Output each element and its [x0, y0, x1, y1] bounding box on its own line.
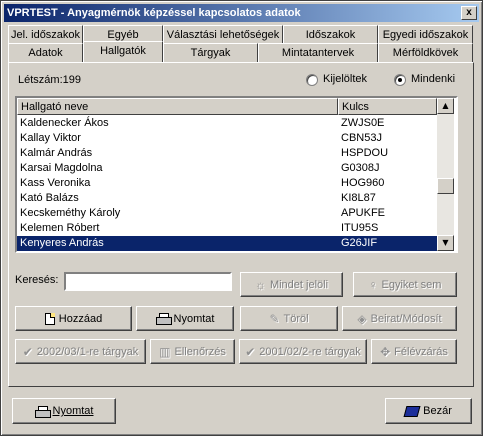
- subjects-2002-button[interactable]: ✔ 2002/03/1-re tárgyak: [15, 339, 146, 364]
- student-key: ZWJS0E: [341, 117, 385, 129]
- select-all-label: Mindet jelöli: [269, 278, 329, 291]
- radio-mindenki[interactable]: [394, 74, 406, 86]
- search-input[interactable]: [64, 272, 232, 291]
- tab-adatok[interactable]: Adatok: [8, 43, 83, 62]
- check-icon: ✔: [22, 344, 33, 359]
- bulb-off-icon: ♀: [368, 277, 378, 292]
- close-window-button[interactable]: x: [461, 6, 477, 20]
- student-name: Kelemen Róbert: [20, 222, 100, 234]
- add-button[interactable]: Hozzáad: [15, 306, 132, 331]
- printer-icon: [155, 313, 172, 325]
- subjects-2001-label: 2001/02/2-re tárgyak: [259, 345, 361, 358]
- scroll-thumb[interactable]: [437, 178, 454, 194]
- column-header-name[interactable]: Hallgató neve: [17, 98, 338, 115]
- radio-kijeloltek[interactable]: [306, 74, 318, 86]
- close-icon: x: [466, 7, 472, 18]
- tab-mintatantervek[interactable]: Mintatantervek: [258, 43, 378, 62]
- print-label: Nyomtat: [52, 405, 94, 417]
- delete-label: Töröl: [283, 312, 309, 325]
- edit-button[interactable]: ◈ Beirat/Módosít: [342, 306, 457, 331]
- student-key: HOG960: [341, 177, 385, 189]
- print-list-label: Nyomtat: [173, 312, 215, 325]
- add-label: Hozzáad: [58, 312, 103, 325]
- student-name: Kaldenecker Ákos: [20, 117, 109, 129]
- list-header: Hallgató neve Kulcs: [17, 98, 437, 115]
- edit-icon: ◈: [357, 311, 367, 326]
- grid-icon: ✥: [380, 344, 391, 359]
- table-row[interactable]: Karsai Magdolna G0308J: [17, 161, 437, 176]
- scroll-down-button[interactable]: ▼: [437, 235, 454, 251]
- table-row[interactable]: Kass Veronika HOG960: [17, 176, 437, 191]
- table-row[interactable]: Kalmár András HSPDOU: [17, 146, 437, 161]
- student-count: Létszám:199: [18, 74, 81, 86]
- student-name: Kecskeméthy Károly: [20, 207, 121, 219]
- tab-valasztasi-lehetosegek[interactable]: Választási lehetőségek: [163, 25, 283, 44]
- tab-merfoldkovek[interactable]: Mérföldkövek: [378, 43, 473, 62]
- radio-selected-dot: [398, 78, 402, 82]
- print-list-button[interactable]: Nyomtat: [136, 306, 234, 331]
- tab-targyak[interactable]: Tárgyak: [163, 43, 258, 62]
- print-button[interactable]: Nyomtat: [12, 398, 116, 424]
- dialog-window: VPRTEST - Anyagmérnök képzéssel kapcsola…: [0, 0, 483, 436]
- table-row[interactable]: Kelemen Róbert ITU95S: [17, 221, 437, 236]
- student-list[interactable]: Hallgató neve Kulcs Kaldenecker Ákos ZWJS…: [15, 96, 458, 253]
- student-name: Kallay Viktor: [20, 132, 81, 144]
- trash-icon: ▥: [159, 344, 171, 359]
- table-row[interactable]: Kaldenecker Ákos ZWJS0E: [17, 116, 437, 131]
- table-row[interactable]: Kató Balázs KI8L87: [17, 191, 437, 206]
- check-label: Ellenőrzés: [174, 345, 226, 358]
- semester-close-button[interactable]: ✥ Félévzárás: [371, 339, 457, 364]
- eraser-icon: ✎: [269, 311, 280, 326]
- student-name: Kenyeres András: [20, 237, 104, 249]
- radio-kijeloltek-label: Kijelöltek: [323, 73, 368, 85]
- close-label: Bezár: [423, 405, 452, 417]
- student-name: Kató Balázs: [20, 192, 79, 204]
- student-name: Kass Veronika: [20, 177, 91, 189]
- table-row[interactable]: Kallay Viktor CBN53J: [17, 131, 437, 146]
- student-key: CBN53J: [341, 132, 382, 144]
- delete-button[interactable]: ✎ Töröl: [240, 306, 338, 331]
- title-bar: VPRTEST - Anyagmérnök képzéssel kapcsola…: [4, 4, 479, 22]
- column-header-key[interactable]: Kulcs: [338, 98, 437, 115]
- new-document-icon: [44, 312, 55, 325]
- tab-hallgatok[interactable]: Hallgatók: [83, 41, 163, 62]
- check-icon: ✔: [245, 344, 256, 359]
- tab-jel-idoszakok[interactable]: Jel. időszakok: [8, 25, 83, 44]
- table-row[interactable]: Kecskeméthy Károly APUKFE: [17, 206, 437, 221]
- tab-idoszakok[interactable]: Időszakok: [283, 25, 378, 44]
- tab-egyedi-idoszakok[interactable]: Egyedi időszakok: [378, 25, 473, 44]
- bulb-icon: ☼: [254, 277, 266, 292]
- search-label: Keresés:: [15, 274, 59, 286]
- edit-label: Beirat/Módosít: [370, 312, 442, 325]
- select-none-label: Egyiket sem: [381, 278, 442, 291]
- student-key: KI8L87: [341, 192, 376, 204]
- vertical-scrollbar[interactable]: ▲ ▼: [437, 98, 454, 251]
- semester-close-label: Félévzárás: [394, 345, 448, 358]
- select-all-button[interactable]: ☼ Mindet jelöli: [240, 272, 343, 297]
- book-icon: [403, 405, 421, 417]
- subjects-2002-label: 2002/03/1-re tárgyak: [36, 345, 139, 358]
- printer-icon: [34, 405, 51, 418]
- window-title: VPRTEST - Anyagmérnök képzéssel kapcsola…: [7, 7, 301, 19]
- table-row-selected[interactable]: Kenyeres András G26JIF: [17, 236, 437, 251]
- student-name: Karsai Magdolna: [20, 162, 103, 174]
- student-key: ITU95S: [341, 222, 379, 234]
- radio-mindenki-label: Mindenki: [411, 73, 456, 85]
- select-none-button[interactable]: ♀ Egyiket sem: [353, 272, 457, 297]
- student-key: APUKFE: [341, 207, 386, 219]
- student-key: G26JIF: [341, 237, 378, 249]
- subjects-2001-button[interactable]: ✔ 2001/02/2-re tárgyak: [239, 339, 367, 364]
- student-name: Kalmár András: [20, 147, 93, 159]
- scroll-up-button[interactable]: ▲: [437, 98, 454, 114]
- close-button[interactable]: Bezár: [385, 398, 472, 424]
- check-button[interactable]: ▥ Ellenőrzés: [150, 339, 235, 364]
- student-key: HSPDOU: [341, 147, 389, 159]
- student-key: G0308J: [341, 162, 380, 174]
